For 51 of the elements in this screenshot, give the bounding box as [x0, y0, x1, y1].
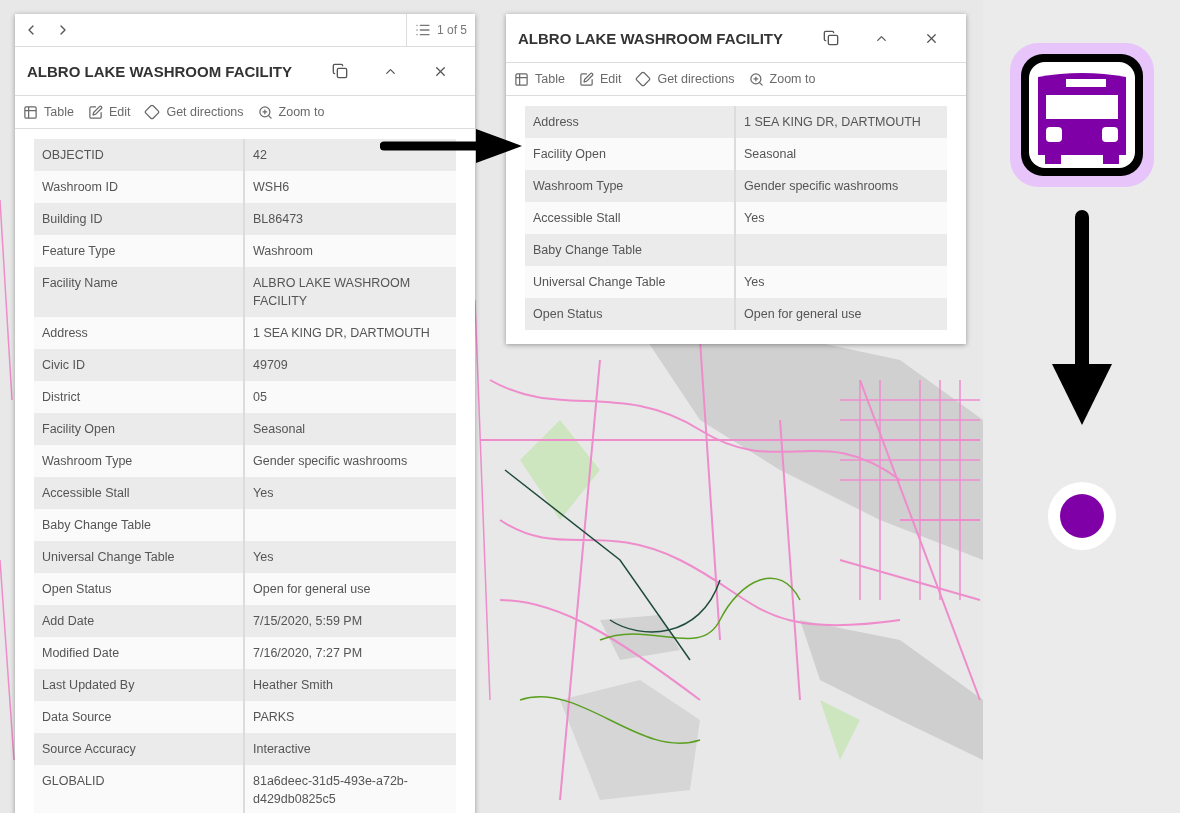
directions-icon [635, 71, 652, 87]
field-value: Yes [743, 210, 766, 227]
zoom-in-icon [748, 71, 764, 87]
popup-title: ALBRO LAKE WASHROOM FACILITY [27, 62, 293, 80]
field-value: Seasonal [252, 421, 307, 438]
dock-icon [332, 63, 348, 79]
directions-icon [144, 104, 161, 120]
field-value: Open for general use [743, 306, 863, 323]
field-value: PARKS [252, 709, 296, 726]
field-value: 7/16/2020, 7:27 PM [252, 645, 364, 662]
field-value: Seasonal [743, 146, 798, 163]
feature-count-button[interactable]: 1 of 5 [405, 14, 475, 46]
field-value: Interactive [252, 741, 312, 758]
table-icon [514, 71, 529, 87]
action-button[interactable]: Table [514, 71, 565, 87]
field-value: 49709 [252, 357, 289, 374]
action-button[interactable]: Get directions [144, 104, 244, 120]
field-value: Yes [252, 549, 275, 566]
field-value: WSH6 [252, 179, 291, 196]
field-value: Gender specific washrooms [252, 453, 409, 470]
field-value: 1 SEA KING DR, DARTMOUTH [743, 114, 922, 131]
field-value: Open for general use [252, 581, 372, 598]
action-button[interactable]: Edit [87, 104, 131, 120]
zoom-in-icon [257, 104, 273, 120]
pencil-icon [578, 71, 594, 87]
field-value: Heather Smith [252, 677, 334, 694]
field-label: GLOBALID [34, 765, 245, 813]
field-value: Yes [252, 485, 275, 502]
field-value: BL86473 [252, 211, 305, 228]
popup-title: ALBRO LAKE WASHROOM FACILITY [518, 29, 784, 47]
field-value: Yes [743, 274, 766, 291]
field-value: 81a6deec-31d5-493e-a72b-d429db0825c5 [252, 773, 409, 808]
pencil-icon [87, 104, 103, 120]
field-value: 42 [252, 147, 268, 164]
field-value: Washroom [252, 243, 314, 260]
action-button[interactable]: Zoom to [257, 104, 325, 120]
action-button[interactable]: Table [23, 104, 74, 120]
action-button[interactable]: Edit [578, 71, 622, 87]
field-value: 7/15/2020, 5:59 PM [252, 613, 364, 630]
table-icon [23, 104, 38, 120]
action-button[interactable]: Zoom to [748, 71, 816, 87]
list-icon [414, 22, 431, 38]
bus-icon [1009, 43, 1154, 187]
field-value: Gender specific washrooms [743, 178, 900, 195]
field-value: ALBRO LAKE WASHROOM FACILITY [252, 275, 412, 310]
field-label: Open Status [525, 298, 736, 330]
dock-icon [823, 30, 839, 46]
field-value: 05 [252, 389, 268, 406]
field-value: 1 SEA KING DR, DARTMOUTH [252, 325, 431, 342]
point-marker-icon [1047, 482, 1116, 550]
action-button[interactable]: Get directions [635, 71, 735, 87]
